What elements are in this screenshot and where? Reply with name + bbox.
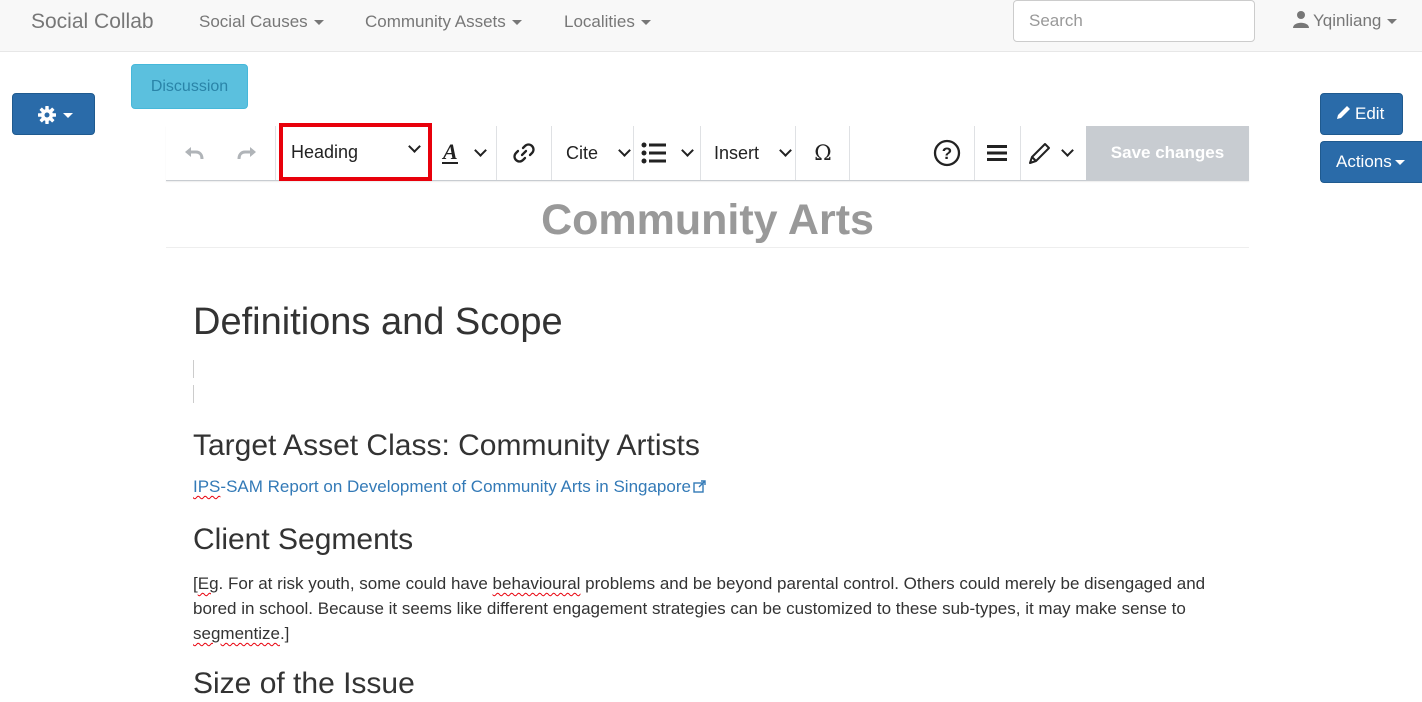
paragraph-format-dropdown-highlight[interactable] xyxy=(279,123,432,181)
special-character-button[interactable]: Ω xyxy=(798,126,848,180)
toolbar-divider xyxy=(496,126,497,180)
edit-button[interactable]: Edit xyxy=(1320,93,1403,135)
nav-menu-label: Localities xyxy=(564,12,635,31)
brand-link[interactable]: Social Collab xyxy=(31,10,154,34)
user-icon xyxy=(1293,11,1309,28)
page-title: Community Arts xyxy=(541,196,874,244)
caret-down-icon xyxy=(640,20,651,26)
nav-menu-label: Social Causes xyxy=(199,12,308,31)
user-name: Yqinliang xyxy=(1313,11,1382,30)
user-menu[interactable]: Yqinliang xyxy=(1293,10,1398,31)
external-link-icon xyxy=(693,480,706,493)
para-text: .] xyxy=(279,624,290,643)
nav-menu-social-causes[interactable]: Social Causes xyxy=(199,12,324,32)
chevron-down-icon xyxy=(681,144,694,157)
heading-size-of-issue[interactable]: Size of the Issue xyxy=(193,667,415,701)
bullet-list-icon xyxy=(641,142,666,164)
toolbar-divider xyxy=(795,126,796,180)
page-options-button[interactable] xyxy=(976,126,1018,180)
link-text-part: IPS xyxy=(193,477,221,496)
nav-menu-localities[interactable]: Localities xyxy=(564,12,651,32)
cite-dropdown[interactable]: Cite xyxy=(556,126,632,180)
toolbar-divider xyxy=(1020,126,1021,180)
svg-text:?: ? xyxy=(942,144,952,163)
caret-down-icon xyxy=(1394,160,1405,166)
list-dropdown[interactable] xyxy=(638,126,698,180)
client-segments-paragraph[interactable]: [Eg. For at risk youth, some could have … xyxy=(193,571,1213,646)
text-style-dropdown[interactable]: A xyxy=(438,126,494,180)
link-icon xyxy=(513,143,535,163)
actions-button[interactable]: Actions xyxy=(1320,141,1422,183)
para-text: Eg xyxy=(197,574,219,593)
chevron-down-icon xyxy=(779,144,792,157)
title-divider xyxy=(166,247,1249,248)
undo-icon xyxy=(185,147,204,160)
svg-text:A: A xyxy=(441,141,458,164)
caret-down-icon xyxy=(1387,19,1398,25)
hamburger-icon xyxy=(987,145,1007,161)
nav-menu-community-assets[interactable]: Community Assets xyxy=(365,12,522,32)
help-button[interactable]: ? xyxy=(922,126,972,180)
empty-paragraph-marker[interactable] xyxy=(193,385,194,403)
text-style-icon: A xyxy=(441,141,458,164)
redo-icon xyxy=(237,147,256,160)
toolbar-divider xyxy=(633,126,634,180)
heading-definitions[interactable]: Definitions and Scope xyxy=(193,301,563,344)
discussion-tab[interactable]: Discussion xyxy=(131,64,248,109)
para-text: . For at risk youth, some could have xyxy=(218,574,493,593)
cite-label: Cite xyxy=(566,142,599,163)
toolbar-divider xyxy=(849,126,850,180)
insert-dropdown[interactable]: Insert xyxy=(705,126,793,180)
search-input[interactable] xyxy=(1013,0,1255,42)
pencil-icon xyxy=(1337,106,1350,119)
help-icon: ? xyxy=(933,139,961,167)
caret-down-icon xyxy=(511,20,522,26)
nav-menu-label: Community Assets xyxy=(365,12,506,31)
heading-client-segments[interactable]: Client Segments xyxy=(193,523,413,557)
empty-paragraph-marker[interactable] xyxy=(193,360,194,378)
toolbar-divider xyxy=(275,126,276,180)
heading-target-asset-class[interactable]: Target Asset Class: Community Artists xyxy=(193,429,700,463)
report-link[interactable]: IPS-SAM Report on Development of Communi… xyxy=(193,477,706,497)
gear-icon xyxy=(38,106,56,124)
link-text-part: -SAM Report on Development of Community … xyxy=(220,477,691,496)
chevron-down-icon xyxy=(474,144,487,157)
insert-label: Insert xyxy=(714,142,760,163)
caret-down-icon xyxy=(313,20,324,26)
caret-down-icon xyxy=(63,113,73,118)
chevron-down-icon xyxy=(618,144,631,157)
link-button[interactable] xyxy=(498,126,550,180)
para-text: behavioural xyxy=(492,574,581,593)
toolbar-divider xyxy=(974,126,975,180)
para-text: segmentize xyxy=(193,624,280,643)
toolbar-divider xyxy=(700,126,701,180)
save-changes-button[interactable]: Save changes xyxy=(1086,126,1249,181)
pencil-icon xyxy=(1029,143,1050,164)
undo-button[interactable] xyxy=(177,126,211,180)
chevron-down-icon xyxy=(1061,144,1074,157)
toolbar-divider xyxy=(551,126,552,180)
page-tools-button[interactable] xyxy=(12,93,95,135)
top-navbar: Social Collab Social Causes Community As… xyxy=(0,0,1422,52)
edit-label: Edit xyxy=(1355,104,1385,123)
redo-button[interactable] xyxy=(230,126,264,180)
edit-mode-dropdown[interactable] xyxy=(1024,126,1084,180)
actions-label: Actions xyxy=(1336,152,1392,171)
